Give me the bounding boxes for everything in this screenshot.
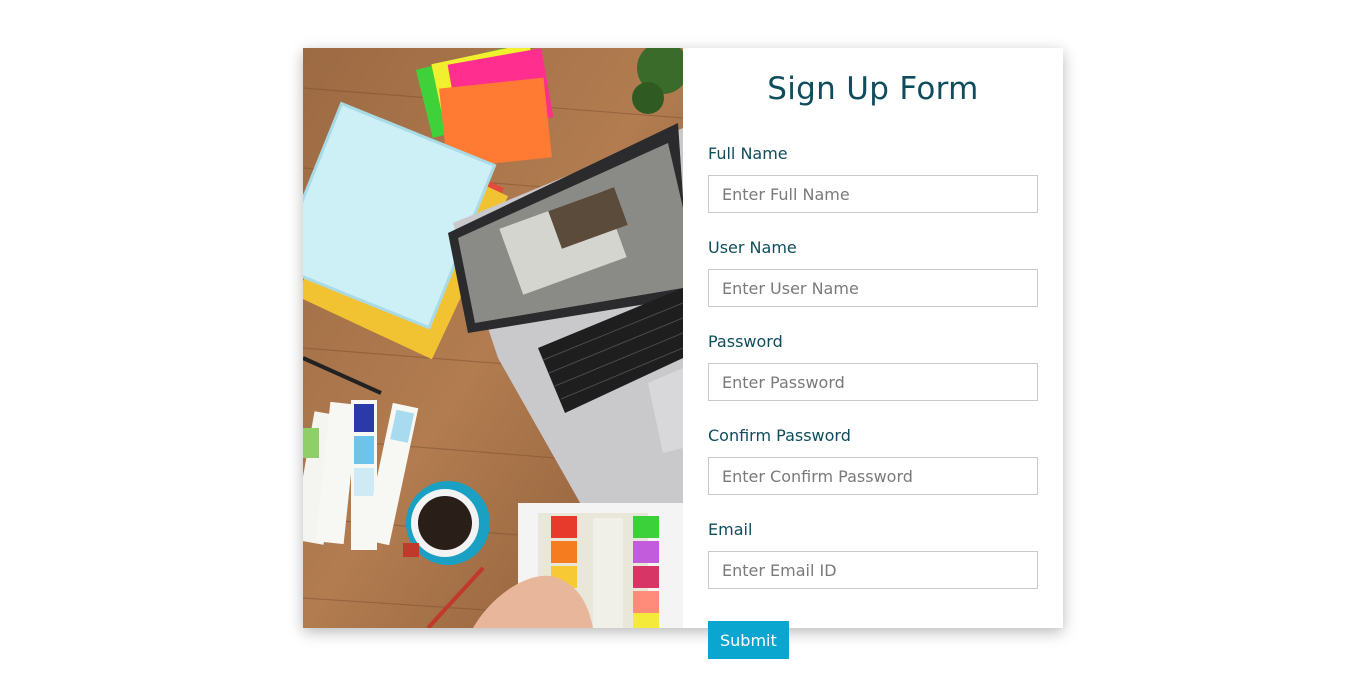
password-input[interactable]: [708, 363, 1038, 401]
email-group: Email: [708, 519, 1038, 605]
full-name-group: Full Name: [708, 143, 1038, 229]
password-group: Password: [708, 331, 1038, 417]
user-name-group: User Name: [708, 237, 1038, 323]
user-name-label: User Name: [708, 238, 797, 257]
submit-button[interactable]: Submit: [708, 621, 789, 659]
signup-form: Sign Up Form Full Name User Name Passwor…: [683, 48, 1063, 659]
form-title: Sign Up Form: [767, 71, 979, 107]
confirm-password-group: Confirm Password: [708, 425, 1038, 511]
signup-card: Sign Up Form Full Name User Name Passwor…: [303, 48, 1063, 659]
password-label: Password: [708, 332, 783, 351]
user-name-input[interactable]: [708, 269, 1038, 307]
full-name-input[interactable]: [708, 175, 1038, 213]
confirm-password-label: Confirm Password: [708, 426, 851, 445]
email-input[interactable]: [708, 551, 1038, 589]
email-label: Email: [708, 520, 753, 539]
workspace-desk-photo: [303, 48, 683, 628]
confirm-password-input[interactable]: [708, 457, 1038, 495]
full-name-label: Full Name: [708, 144, 788, 163]
